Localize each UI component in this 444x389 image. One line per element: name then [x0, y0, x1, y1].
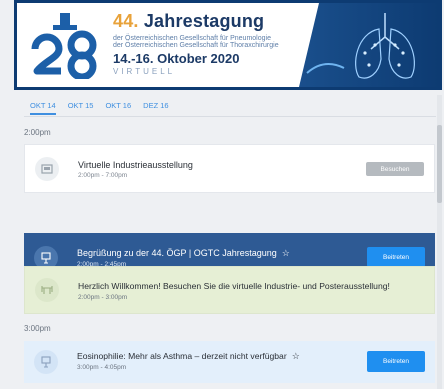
tabs-divider — [24, 116, 436, 117]
join-button[interactable]: Beitreten — [367, 351, 425, 372]
tab-okt-15[interactable]: OKT 15 — [68, 101, 94, 115]
session-time: 3:00pm - 4:05pm — [77, 364, 127, 371]
tab-okt-16[interactable]: OKT 16 — [105, 101, 131, 115]
conference-banner: 44. Jahrestagung der Österreichischen Ge… — [14, 0, 442, 90]
lungs-illustration — [299, 3, 439, 87]
session-time: 2:00pm - 3:00pm — [78, 294, 128, 301]
session-title: Begrüßung zu der 44. ÖGP | OGTC Jahresta… — [77, 248, 290, 259]
scrollbar-thumb[interactable] — [437, 125, 442, 203]
time-label-3pm: 3:00pm — [24, 324, 51, 333]
session-title: Herzlich Willkommen! Besuchen Sie die vi… — [78, 281, 390, 291]
banner-dates: 14.-16. Oktober 2020 — [113, 51, 240, 66]
favorite-star-icon[interactable]: ☆ — [282, 248, 290, 259]
favorite-star-icon[interactable]: ☆ — [292, 351, 300, 362]
day-tabs: OKT 14 OKT 15 OKT 16 DEZ 16 — [30, 101, 169, 115]
session-card-industry-exhibition[interactable]: Virtuelle Industrieausstellung 2:00pm - … — [24, 144, 435, 193]
presentation-icon — [34, 350, 58, 374]
banner-content: 44. Jahrestagung der Österreichischen Ge… — [17, 3, 439, 87]
table-icon — [35, 278, 59, 302]
exhibition-icon — [35, 157, 59, 181]
visit-button[interactable]: Besuchen — [366, 162, 424, 176]
session-card-welcome-exhibition[interactable]: Herzlich Willkommen! Besuchen Sie die vi… — [24, 266, 435, 314]
tab-dez-16[interactable]: DEZ 16 — [143, 101, 168, 115]
time-label-2pm: 2:00pm — [24, 128, 51, 137]
session-title: Virtuelle Industrieausstellung — [78, 160, 193, 170]
banner-heading: 44. Jahrestagung — [113, 11, 265, 31]
join-button[interactable]: Beitreten — [367, 247, 425, 267]
session-card-eosinophilia[interactable]: Eosinophilie: Mehr als Asthma – derzeit … — [24, 341, 435, 383]
tab-okt-14[interactable]: OKT 14 — [30, 101, 56, 115]
banner-society-line-1: der Österreichischen Gesellschaft für Pn… — [113, 35, 271, 42]
banner-virtual-label: VIRTUELL — [113, 67, 176, 76]
conference-logo — [31, 13, 97, 79]
banner-society-line-2: der Österreichischen Gesellschaft für Th… — [113, 42, 279, 49]
scrollbar[interactable] — [437, 95, 442, 389]
session-title: Eosinophilie: Mehr als Asthma – derzeit … — [77, 351, 300, 362]
session-time: 2:00pm - 7:00pm — [78, 172, 128, 179]
